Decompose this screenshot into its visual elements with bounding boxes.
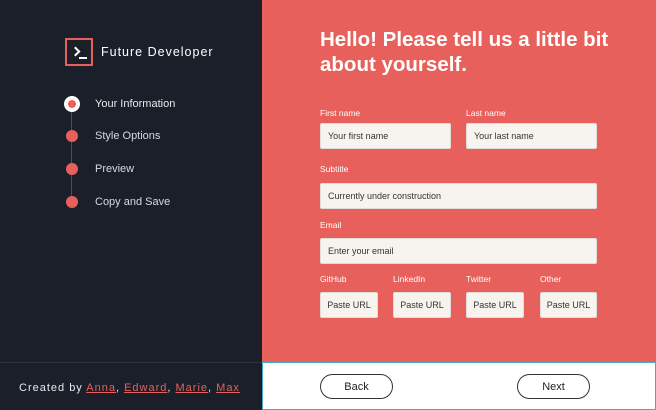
author-link-max[interactable]: Max xyxy=(216,382,240,394)
last-name-label: Last name xyxy=(466,108,506,118)
step-copy-and-save[interactable]: Copy and Save xyxy=(64,192,170,212)
sidebar: Future Developer Your Information Style … xyxy=(0,0,262,362)
linkedin-label: LinkedIn xyxy=(393,274,426,284)
back-button[interactable]: Back xyxy=(320,374,393,399)
email-label: Email xyxy=(320,220,342,230)
next-button[interactable]: Next xyxy=(517,374,590,399)
last-name-field[interactable] xyxy=(466,123,597,149)
page-title: Hello! Please tell us a little bit about… xyxy=(320,28,609,76)
author-link-marie[interactable]: Marie xyxy=(176,382,209,394)
twitter-label: Twitter xyxy=(466,274,492,284)
form-panel: Hello! Please tell us a little bit about… xyxy=(262,0,656,362)
terminal-icon xyxy=(65,38,93,66)
brand-name: Future Developer xyxy=(101,45,214,59)
step-label: Copy and Save xyxy=(95,196,171,208)
step-indicator-icon xyxy=(66,196,78,208)
credits-prefix: Created by xyxy=(19,382,83,394)
email-field[interactable] xyxy=(320,238,597,264)
twitter-url-field[interactable] xyxy=(466,292,524,318)
other-url-field[interactable] xyxy=(540,292,597,318)
subtitle-label: Subtitle xyxy=(320,164,349,174)
subtitle-field[interactable] xyxy=(320,183,597,209)
step-label: Preview xyxy=(95,163,135,175)
step-style-options[interactable]: Style Options xyxy=(64,126,160,146)
other-label: Other xyxy=(540,274,562,284)
step-preview[interactable]: Preview xyxy=(64,159,134,179)
credits: Created by Anna, Edward, Marie, Max xyxy=(19,382,240,394)
step-your-information[interactable]: Your Information xyxy=(64,94,175,114)
author-link-edward[interactable]: Edward xyxy=(124,382,167,394)
step-label: Your Information xyxy=(95,98,176,110)
form-navigation: Back Next xyxy=(262,362,656,410)
step-label: Style Options xyxy=(95,130,161,142)
linkedin-url-field[interactable] xyxy=(393,292,451,318)
first-name-label: First name xyxy=(320,108,361,118)
step-indicator-icon xyxy=(66,130,78,142)
step-active-indicator-icon xyxy=(64,96,80,112)
credits-footer: Created by Anna, Edward, Marie, Max xyxy=(0,362,262,410)
author-link-anna[interactable]: Anna xyxy=(86,382,116,394)
github-label: GitHub xyxy=(320,274,347,284)
first-name-field[interactable] xyxy=(320,123,451,149)
step-indicator-icon xyxy=(66,163,78,175)
github-url-field[interactable] xyxy=(320,292,378,318)
brand: Future Developer xyxy=(65,38,214,66)
